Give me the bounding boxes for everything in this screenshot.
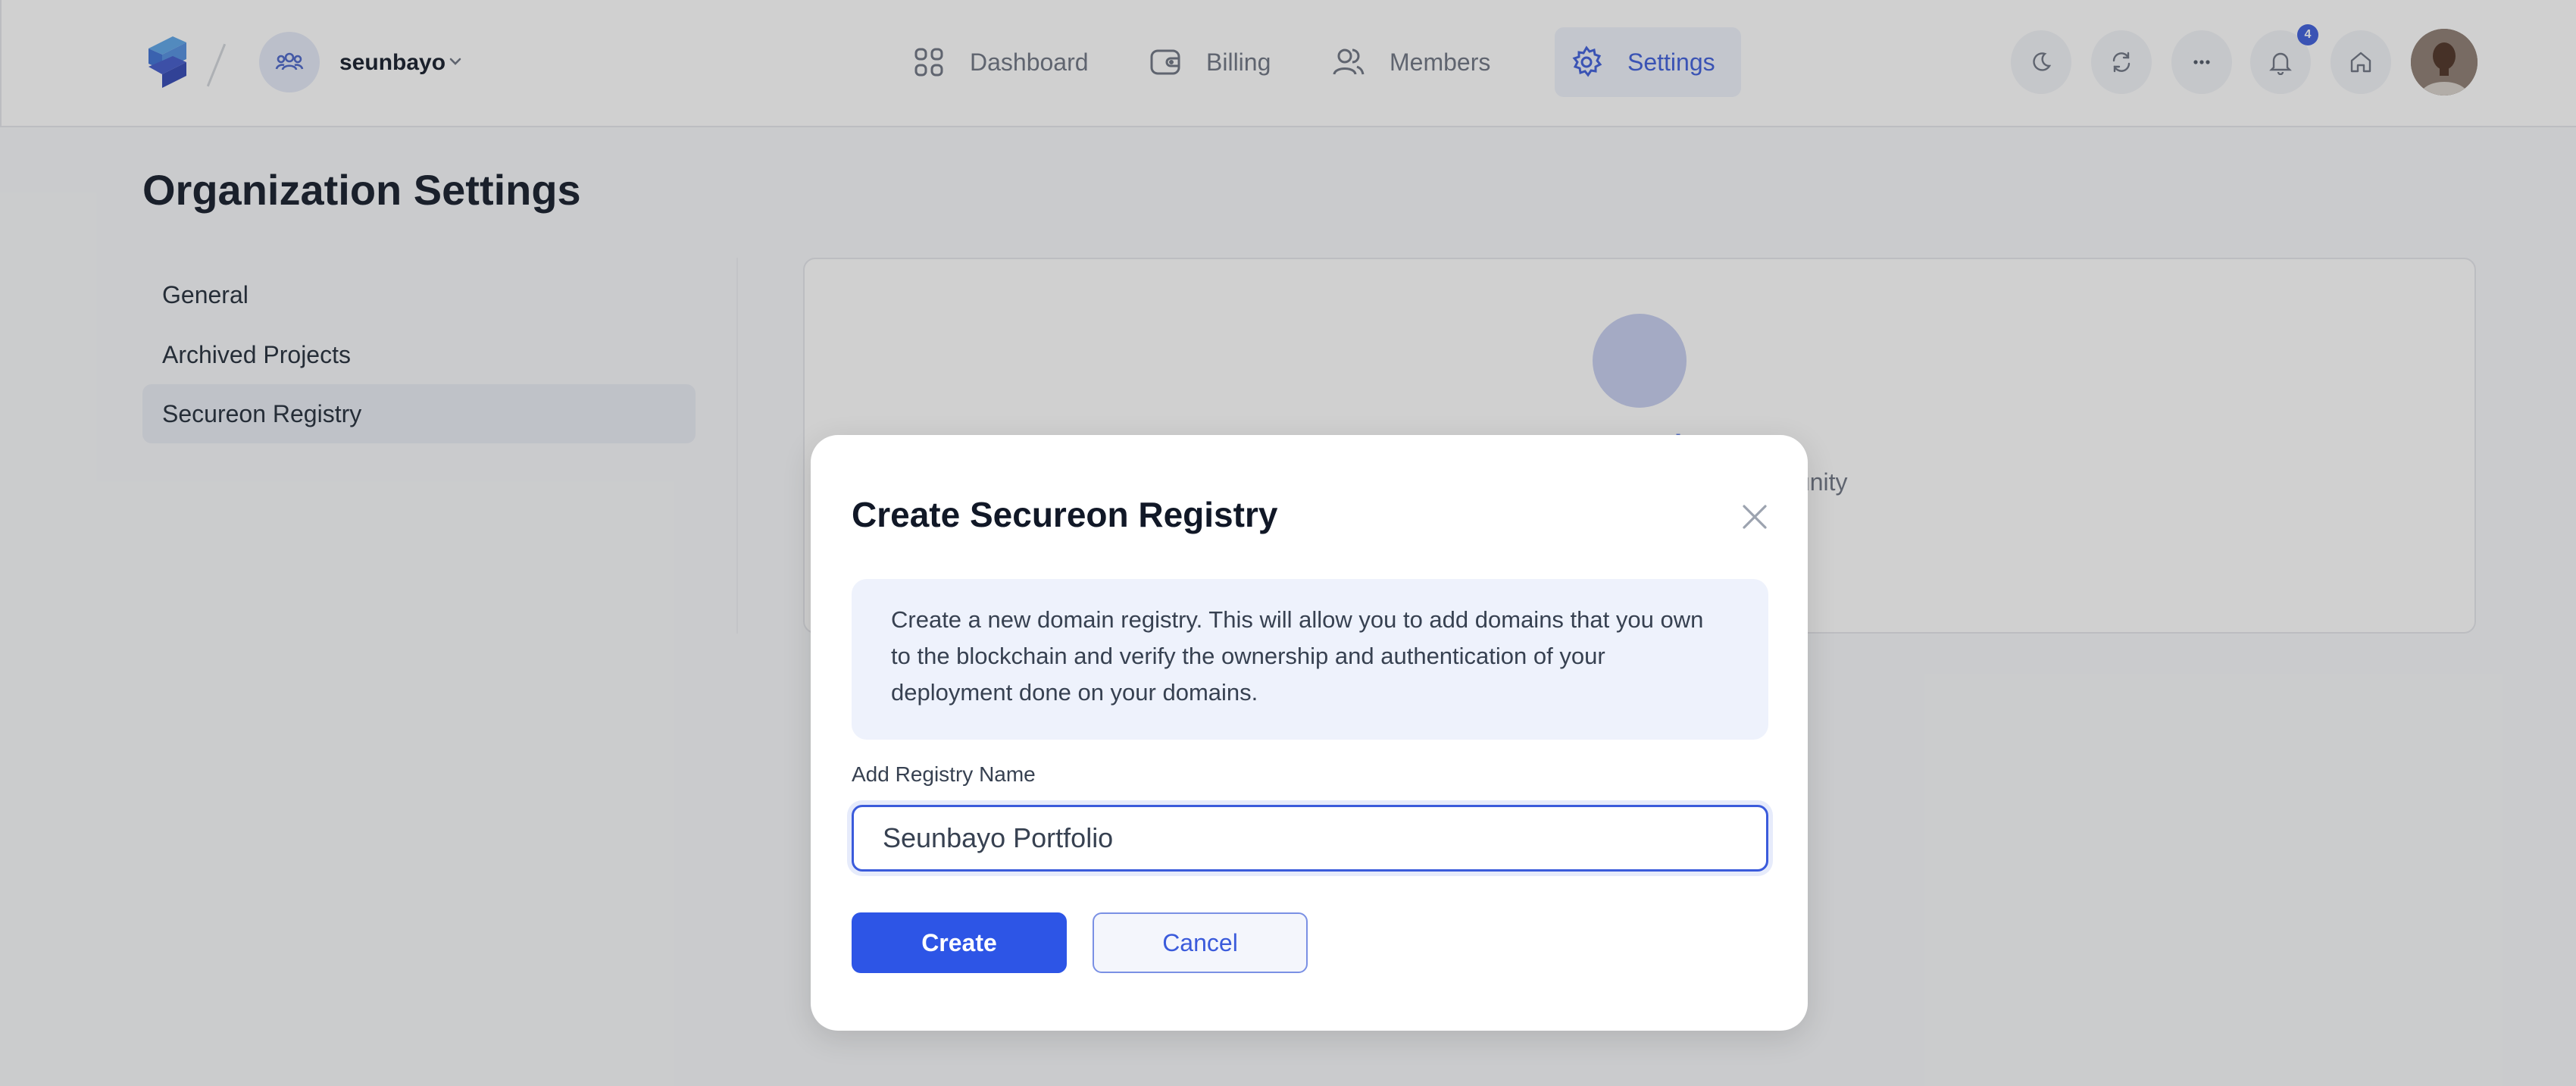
- registry-name-label: Add Registry Name: [852, 762, 1036, 786]
- create-registry-modal: Create Secureon Registry Create a new do…: [811, 435, 1808, 1031]
- registry-name-input[interactable]: [852, 805, 1768, 872]
- info-box: Create a new domain registry. This will …: [852, 579, 1768, 740]
- close-icon[interactable]: [1737, 499, 1773, 535]
- modal-title: Create Secureon Registry: [852, 495, 1278, 534]
- create-button[interactable]: Create: [852, 912, 1067, 973]
- cancel-button[interactable]: Cancel: [1093, 912, 1308, 973]
